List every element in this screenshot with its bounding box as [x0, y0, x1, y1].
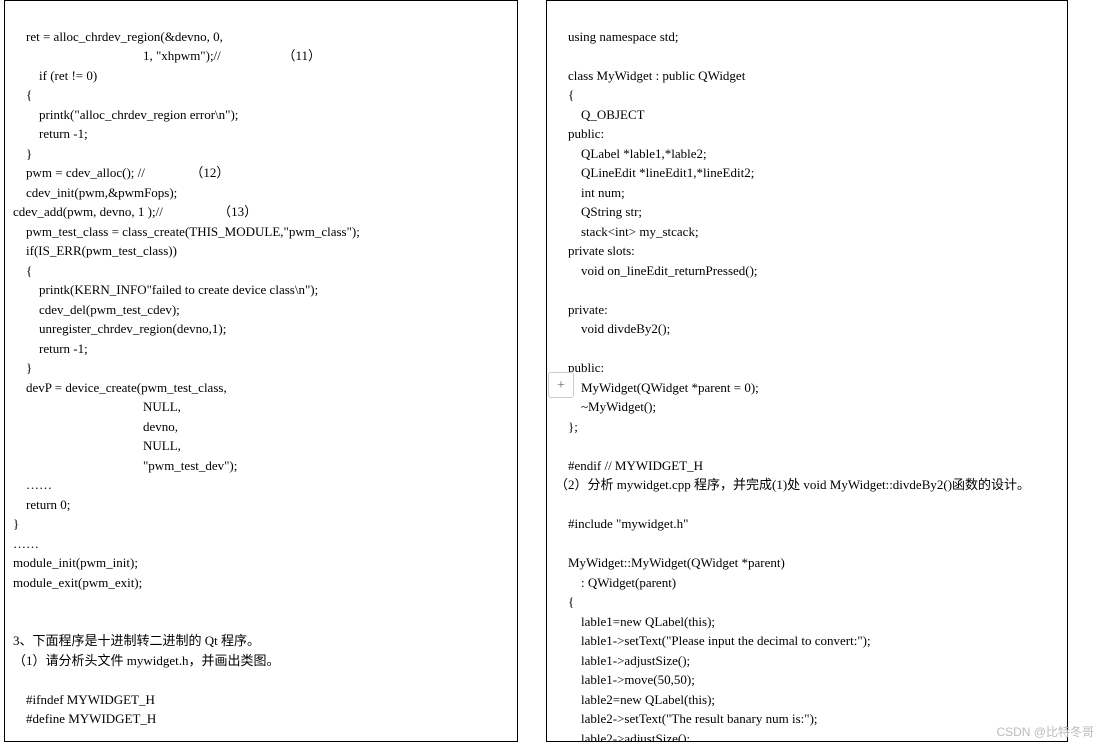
code-line: lable1=new QLabel(this); [555, 614, 715, 629]
code-line: QLineEdit *lineEdit1,*lineEdit2; [555, 165, 754, 180]
watermark: CSDN @比特冬哥 [996, 723, 1094, 741]
code-line: ~MyWidget(); [555, 399, 656, 414]
page: ret = alloc_chrdev_region(&devno, 0, 1, … [0, 0, 1096, 747]
code-line: "pwm_test_dev"); [13, 458, 237, 473]
code-line: Q_OBJECT [555, 107, 645, 122]
code-line: #ifndef MYWIDGET_H [13, 692, 155, 707]
code-line: devP = device_create(pwm_test_class, [13, 380, 227, 395]
code-line: unregister_chrdev_region(devno,1); [13, 321, 226, 336]
code-line: { [13, 263, 32, 278]
code-line: class MyWidget : public QWidget [555, 68, 745, 83]
code-includes: #ifndef MYWIDGET_H #define MYWIDGET_H #i… [13, 670, 509, 742]
code-line: cdev_add(pwm, devno, 1 );// （13） [13, 204, 257, 219]
code-line: …… [13, 536, 39, 551]
column-divider-button[interactable]: + [548, 372, 574, 398]
code-line: : QWidget(parent) [555, 575, 676, 590]
code-line: pwm_test_class = class_create(THIS_MODUL… [13, 224, 360, 239]
code-line: using namespace std; [555, 29, 678, 44]
right-column: using namespace std; class MyWidget : pu… [546, 0, 1068, 742]
code-line: { [13, 87, 32, 102]
code-line: QLabel *lable1,*lable2; [555, 146, 707, 161]
code-line: devno, [13, 419, 178, 434]
code-line: if (ret != 0) [13, 68, 97, 83]
code-line: lable2->adjustSize(); [555, 731, 690, 743]
code-block-right: using namespace std; class MyWidget : pu… [555, 7, 1059, 475]
code-line: } [13, 146, 32, 161]
code-line: } [13, 516, 19, 531]
code-line: pwm = cdev_alloc(); // （12） [13, 165, 229, 180]
code-line: private slots: [555, 243, 635, 258]
code-line: lable1->move(50,50); [555, 672, 695, 687]
code-line: MyWidget::MyWidget(QWidget *parent) [555, 555, 785, 570]
code-line: MyWidget(QWidget *parent = 0); [555, 380, 759, 395]
code-line: module_exit(pwm_exit); [13, 575, 142, 590]
code-line: cdev_init(pwm,&pwmFops); [13, 185, 177, 200]
code-line: lable2=new QLabel(this); [555, 692, 715, 707]
code-line: #endif // MYWIDGET_H [555, 458, 703, 473]
question-2: （2）分析 mywidget.cpp 程序，并完成(1)处 void MyWid… [555, 475, 1059, 495]
code-line: cdev_del(pwm_test_cdev); [13, 302, 180, 317]
code-line: return -1; [13, 341, 88, 356]
code-line: ret = alloc_chrdev_region(&devno, 0, [13, 29, 223, 44]
code-block-cpp: #include "mywidget.h" MyWidget::MyWidget… [555, 495, 1059, 743]
question-3-title: 3、下面程序是十进制转二进制的 Qt 程序。 [13, 631, 509, 651]
code-line: #define MYWIDGET_H [13, 711, 156, 726]
code-line: #include "mywidget.h" [555, 516, 688, 531]
code-line: lable1->adjustSize(); [555, 653, 690, 668]
code-line: …… [13, 477, 52, 492]
question-3-subtitle: （1）请分析头文件 mywidget.h，并画出类图。 [13, 651, 509, 671]
code-line: QString str; [555, 204, 642, 219]
code-line: return 0; [13, 497, 70, 512]
code-line: module_init(pwm_init); [13, 555, 138, 570]
code-line: return -1; [13, 126, 88, 141]
plus-icon: + [557, 375, 565, 396]
code-line: printk("alloc_chrdev_region error\n"); [13, 107, 238, 122]
code-line: lable1->setText("Please input the decima… [555, 633, 871, 648]
code-line: stack<int> my_stcack; [555, 224, 699, 239]
code-line: void on_lineEdit_returnPressed(); [555, 263, 758, 278]
code-line: public: [555, 126, 604, 141]
code-line: lable2->setText("The result banary num i… [555, 711, 818, 726]
code-block-left: ret = alloc_chrdev_region(&devno, 0, 1, … [13, 7, 509, 612]
code-line: NULL, [13, 399, 181, 414]
code-line: int num; [555, 185, 625, 200]
code-line: { [555, 594, 574, 609]
code-line: 1, "xhpwm");// （11） [13, 48, 321, 63]
code-line: } [13, 360, 32, 375]
code-line: printk(KERN_INFO"failed to create device… [13, 282, 318, 297]
code-line: private: [555, 302, 608, 317]
code-line: { [555, 87, 574, 102]
code-line: }; [555, 419, 578, 434]
left-column: ret = alloc_chrdev_region(&devno, 0, 1, … [4, 0, 518, 742]
code-line: NULL, [13, 438, 181, 453]
code-line: if(IS_ERR(pwm_test_class)) [13, 243, 177, 258]
code-line: void divdeBy2(); [555, 321, 670, 336]
